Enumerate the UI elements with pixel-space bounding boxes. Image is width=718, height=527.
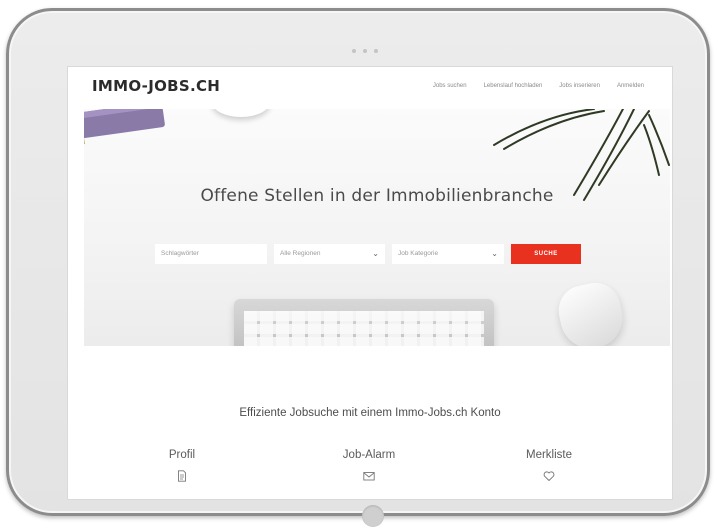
nav-link-jobs-inserieren[interactable]: Jobs inserieren bbox=[559, 83, 600, 89]
site-logo[interactable]: IMMO-JOBS.CH bbox=[92, 77, 220, 95]
heart-icon bbox=[543, 471, 555, 482]
category-select-value: Job Kategorie bbox=[398, 250, 439, 257]
browser-screen: IMMO-JOBS.CH Jobs suchen Lebenslauf hoch… bbox=[67, 66, 673, 500]
hero-banner: Offene Stellen in der Immobilienbranche … bbox=[84, 109, 670, 346]
section-title: Effiziente Jobsuche mit einem Immo-Jobs.… bbox=[239, 407, 501, 419]
region-select[interactable]: Alle Regionen ⌄ bbox=[274, 244, 385, 264]
category-select[interactable]: Job Kategorie ⌄ bbox=[392, 244, 504, 264]
keyboard-decoration bbox=[234, 299, 494, 346]
hero-title: Offene Stellen in der Immobilienbranche bbox=[200, 186, 554, 206]
keyword-input[interactable]: Schlagwörter bbox=[155, 244, 267, 264]
search-button[interactable]: SUCHE bbox=[511, 244, 581, 264]
mouse-decoration bbox=[554, 278, 628, 346]
tablet-frame: IMMO-JOBS.CH Jobs suchen Lebenslauf hoch… bbox=[6, 8, 710, 527]
region-select-value: Alle Regionen bbox=[280, 250, 321, 257]
notebook-decoration bbox=[84, 109, 165, 146]
camera-dots bbox=[352, 49, 378, 53]
feature-job-alarm[interactable]: Job-Alarm bbox=[309, 449, 429, 482]
feature-label: Profil bbox=[168, 449, 196, 461]
feature-label: Job-Alarm bbox=[342, 449, 396, 461]
nav-links: Jobs suchen Lebenslauf hochladen Jobs in… bbox=[433, 83, 644, 89]
feature-profil[interactable]: Profil bbox=[122, 449, 242, 482]
document-icon bbox=[178, 470, 186, 482]
nav-link-lebenslauf[interactable]: Lebenslauf hochladen bbox=[484, 83, 543, 89]
top-navigation: IMMO-JOBS.CH Jobs suchen Lebenslauf hoch… bbox=[68, 67, 672, 109]
nav-link-jobs-suchen[interactable]: Jobs suchen bbox=[433, 83, 467, 89]
feature-label: Merkliste bbox=[525, 449, 572, 461]
nav-link-anmelden[interactable]: Anmelden bbox=[617, 83, 644, 89]
chevron-down-icon: ⌄ bbox=[372, 249, 379, 258]
feature-merkliste[interactable]: Merkliste bbox=[489, 449, 609, 482]
coffee-cup-decoration bbox=[212, 109, 270, 117]
envelope-icon bbox=[363, 472, 375, 481]
chevron-down-icon: ⌄ bbox=[491, 249, 498, 258]
